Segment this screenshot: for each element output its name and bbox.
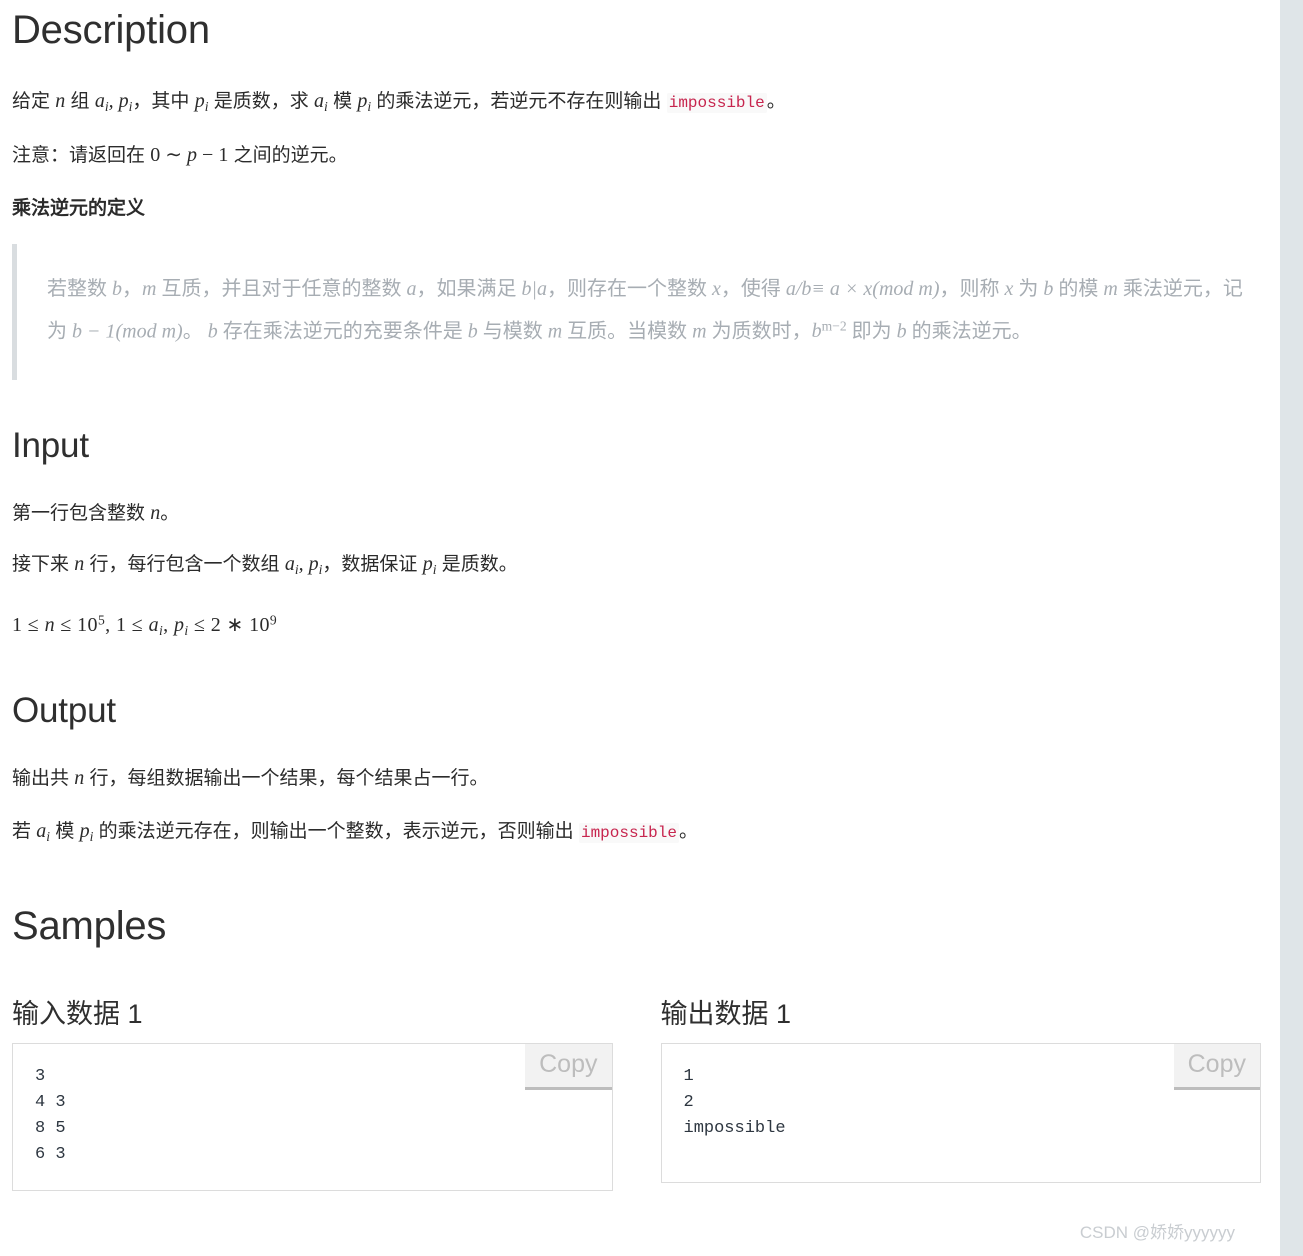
q-t7: 的模: [1053, 277, 1104, 300]
q-t9: 。: [182, 320, 208, 343]
desc-p1-var-pi: pi: [194, 90, 209, 114]
desc-p1-var-n: n: [55, 90, 66, 112]
desc-p1-text-mid5: 的乘法逆元，若逆元不存在则输出: [371, 91, 667, 112]
q-var-m-1: m: [142, 277, 157, 300]
output-paragraph-2: 若 ai 模 pi 的乘法逆元存在，则输出一个整数，表示逆元，否则输出 impo…: [12, 816, 1261, 852]
out-p2-pre: 若: [12, 821, 37, 843]
sample-output-title: 输出数据 1: [660, 999, 792, 1030]
page-right-gutter: [1279, 0, 1303, 1256]
out-p2-mid1: 模: [50, 821, 80, 843]
output-heading: Output: [12, 691, 116, 731]
constraint-expression: 1 ≤ n ≤ 105, 1 ≤ ai, pi ≤ 2 ∗ 109: [12, 612, 278, 638]
q-t14: 即为: [846, 320, 897, 343]
copy-input-button[interactable]: Copy: [525, 1044, 612, 1091]
q-var-b-5: b: [896, 320, 907, 343]
in-p2-var-ai-pi: ai, pi: [284, 553, 323, 578]
out-p1-var-n: n: [74, 767, 85, 790]
desc-p1-text-pre: 给定: [12, 91, 56, 112]
desc-p1-text-mid2: ，其中: [132, 91, 195, 112]
sample-input-column: 输入数据 1 Copy 3 4 3 8 5 6 3: [12, 992, 613, 1192]
desc-p1-var-ai-pi: ai, pi: [94, 90, 133, 114]
q-var-m-2: m: [1103, 277, 1118, 300]
in-p1-pre: 第一行包含整数: [12, 503, 151, 525]
q-expr-b-minus-1-mod-m: b − 1(mod m): [72, 320, 183, 343]
desc-p1-var-pi-2: pi: [357, 90, 372, 114]
problem-content: Description 给定 n 组 ai, pi，其中 pi 是质数，求 ai…: [0, 0, 1279, 1242]
in-p2-mid1: 行，每行包含一个数组: [84, 554, 285, 576]
desc-p1-text-mid1: 组: [65, 91, 95, 112]
samples-heading: Samples: [12, 904, 167, 949]
q-t2: ，如果满足: [416, 277, 522, 300]
inline-code-impossible: impossible: [666, 93, 767, 113]
in-p2-var-n: n: [74, 553, 85, 576]
desc-p1-text-mid4: 模: [327, 91, 358, 112]
q-t0: 若整数: [47, 277, 112, 300]
q-var-b-4: b: [467, 320, 478, 343]
q-t6: 为: [1013, 277, 1044, 300]
in-p2-var-pi: pi: [422, 553, 437, 578]
desc-p1-text-mid3: 是质数，求: [208, 91, 315, 112]
q-t13: 为质数时，: [706, 320, 812, 343]
sample-input-content: 3 4 3 8 5 6 3: [35, 1067, 66, 1165]
q-expr-b-divides-a: b|a: [521, 277, 547, 300]
q-var-m-4: m: [692, 320, 707, 343]
input-heading: Input: [12, 426, 89, 466]
in-p1-tail: 。: [160, 503, 180, 525]
inline-code-impossible-output: impossible: [578, 823, 679, 844]
q-t15: 的乘法逆元。: [906, 320, 1032, 343]
in-p1-var-n: n: [150, 502, 161, 525]
output-paragraph-1: 输出共 n 行，每组数据输出一个结果，每个结果占一行。: [12, 763, 1261, 794]
q-expr-b-pow-m-minus-2: bm−2: [811, 318, 847, 343]
sample-output-content: 1 2 impossible: [683, 1067, 786, 1139]
input-paragraph-2: 接下来 n 行，每行包含一个数组 ai, pi，数据保证 pi 是质数。: [12, 549, 1261, 585]
definition-quote-text: 若整数 b，m 互质，并且对于任意的整数 a，如果满足 b|a，则存在一个整数 …: [47, 278, 1243, 343]
q-var-b-2: b: [1043, 277, 1054, 300]
out-p2-tail: 。: [678, 821, 698, 843]
q-var-m-3: m: [547, 320, 563, 343]
q-var-b-3: b: [207, 320, 218, 343]
q-var-b-1: b: [112, 277, 122, 300]
q-var-x-1: x: [711, 277, 721, 300]
desc-p2-text-tail: 之间的逆元。: [228, 144, 348, 166]
definition-blockquote: 若整数 b，m 互质，并且对于任意的整数 a，如果满足 b|a，则存在一个整数 …: [12, 243, 1261, 381]
out-p2-var-pi: pi: [79, 820, 94, 845]
in-p2-tail: 是质数。: [436, 554, 518, 576]
q-t11: 与模数: [477, 320, 548, 343]
input-constraints-formula: 1 ≤ n ≤ 105, 1 ≤ ai, pi ≤ 2 ∗ 109: [12, 605, 1261, 645]
in-p2-mid2: ，数据保证: [322, 554, 423, 576]
out-p2-var-ai: ai: [36, 820, 51, 845]
description-paragraph-1: 给定 n 组 ai, pi，其中 pi 是质数，求 ai 模 pi 的乘法逆元，…: [12, 86, 1261, 122]
description-paragraph-2: 注意：请返回在 0 ∼ p − 1 之间的逆元。: [12, 140, 1261, 171]
out-p1-pre: 输出共: [12, 768, 75, 790]
q-t3: ，则存在一个整数: [546, 277, 712, 300]
q-t4: ，使得: [720, 277, 786, 300]
q-t1: 互质，并且对于任意的整数: [156, 277, 407, 300]
input-paragraph-1: 第一行包含整数 n。: [12, 498, 1261, 529]
sample-output-column: 输出数据 1 Copy 1 2 impossible: [660, 992, 1261, 1191]
copy-output-button[interactable]: Copy: [1173, 1044, 1260, 1091]
q-t10: 存在乘法逆元的充要条件是: [217, 320, 468, 343]
q-expr-congruence: a/b≡ a × x(mod m): [785, 277, 940, 300]
desc-p1-var-ai: ai: [314, 90, 328, 114]
q-comma1: ，: [122, 277, 142, 300]
sample-output-box: Copy 1 2 impossible: [660, 1043, 1261, 1184]
q-t12: 互质。当模数: [562, 320, 693, 343]
definition-subheading: 乘法逆元的定义: [12, 197, 146, 219]
out-p2-mid2: 的乘法逆元存在，则输出一个整数，表示逆元，否则输出: [93, 821, 579, 843]
out-p1-tail: 行，每组数据输出一个结果，每个结果占一行。: [84, 768, 489, 790]
sample-input-title: 输入数据 1: [12, 999, 143, 1030]
sample-input-box: Copy 3 4 3 8 5 6 3: [12, 1043, 613, 1192]
desc-p1-text-tail: 。: [766, 91, 786, 112]
desc-p2-text-pre: 注意：请返回在: [12, 144, 151, 166]
desc-p2-formula: 0 ∼ p − 1: [150, 143, 229, 166]
samples-grid: 输入数据 1 Copy 3 4 3 8 5 6 3 输出数据 1 Copy 1 …: [12, 992, 1261, 1192]
in-p2-pre: 接下来: [12, 554, 75, 576]
description-heading: Description: [12, 8, 210, 52]
q-t5: ，则称: [939, 277, 1005, 300]
csdn-watermark: CSDN @娇娇yyyyyy: [1079, 1223, 1235, 1242]
q-var-a-1: a: [406, 277, 417, 300]
